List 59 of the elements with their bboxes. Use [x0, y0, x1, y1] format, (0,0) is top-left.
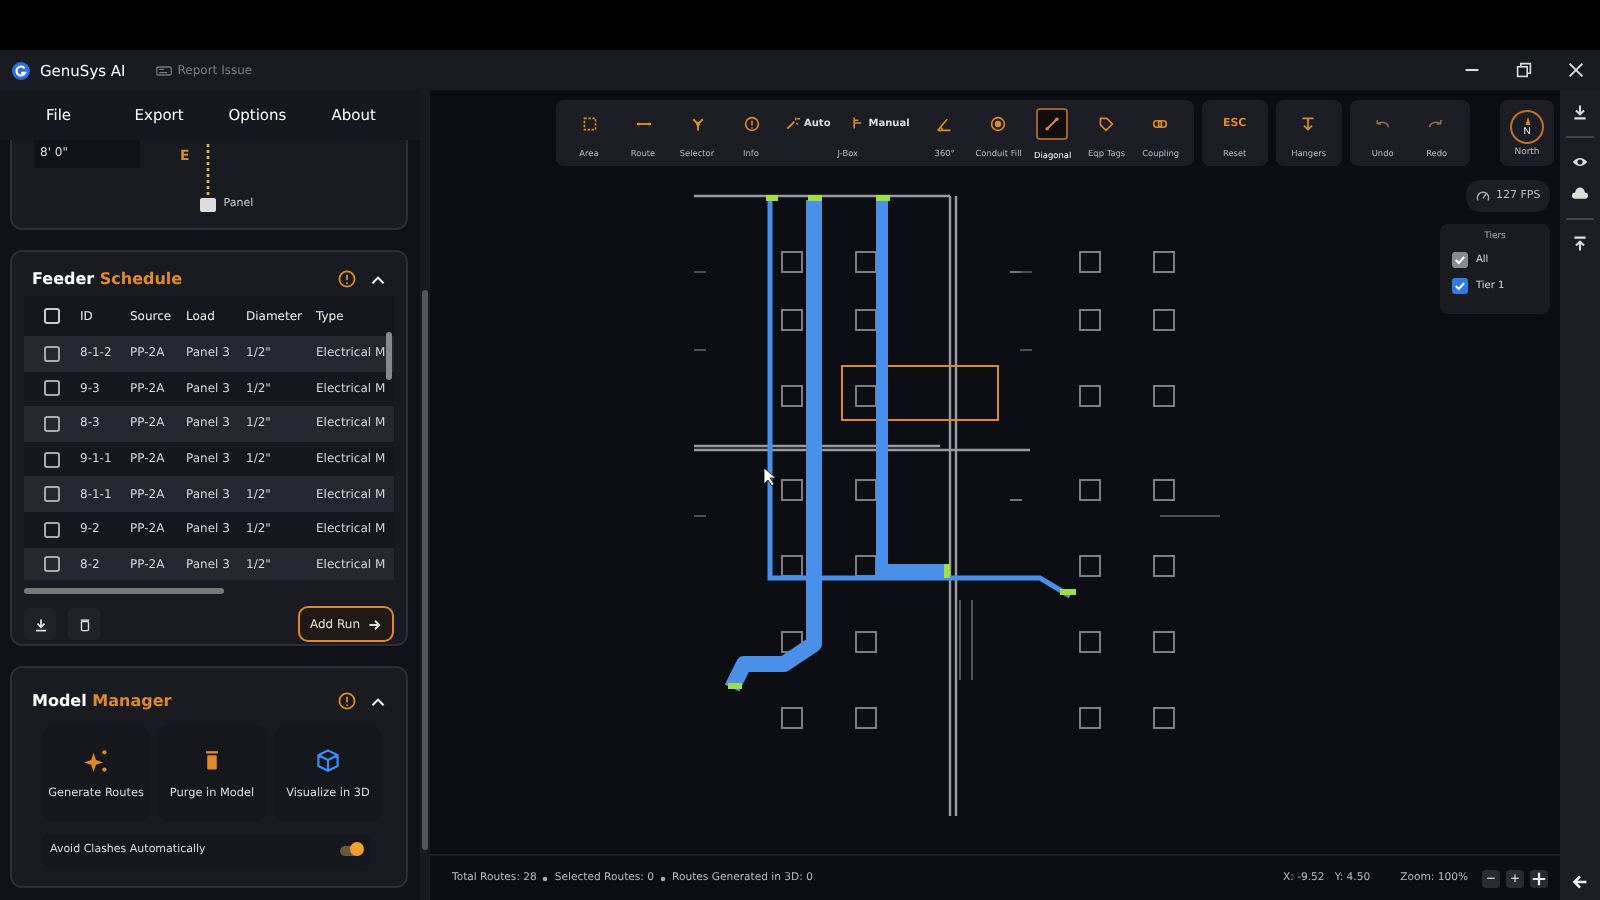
section-title: Feeder Schedule: [32, 270, 183, 288]
section-title: Model Manager: [32, 692, 172, 710]
conduit-routes[interactable]: [724, 195, 1079, 692]
back-arrow-icon[interactable]: [1572, 874, 1588, 890]
check-icon: [1454, 254, 1466, 266]
upload-icon[interactable]: [1572, 236, 1588, 252]
bullet-icon: [542, 875, 549, 881]
info-icon[interactable]: [338, 270, 356, 288]
collapse-icon[interactable]: [370, 693, 386, 709]
download-icon[interactable]: [1572, 104, 1588, 120]
download-icon: [33, 617, 47, 631]
selector-icon: [689, 115, 705, 131]
scrollbar[interactable]: [422, 290, 428, 850]
bullet-icon: [660, 875, 667, 881]
delete-button[interactable]: [68, 608, 100, 640]
collapse-icon[interactable]: [370, 271, 386, 287]
check-icon: [1454, 280, 1466, 292]
diagonal-line-icon: [1044, 115, 1061, 131]
hanger-icon: [1300, 115, 1317, 131]
eye-icon[interactable]: [1572, 154, 1588, 170]
restore-icon[interactable]: [1516, 62, 1532, 78]
sparkle-icon: [84, 748, 108, 772]
trash-icon: [200, 748, 224, 772]
redo-icon: [1428, 115, 1445, 131]
checkbox[interactable]: [1452, 252, 1468, 268]
checkbox[interactable]: [44, 486, 60, 503]
scrollbar[interactable]: [386, 332, 392, 380]
info-icon: [743, 115, 759, 131]
download-button[interactable]: [24, 608, 56, 640]
checkbox[interactable]: [1452, 278, 1468, 294]
cube-icon: [316, 748, 340, 772]
cursor-icon: [763, 467, 777, 487]
scrollbar[interactable]: [24, 588, 224, 594]
toggle-switch[interactable]: [340, 845, 362, 855]
move-icon: [1532, 871, 1546, 885]
area-select-icon: [581, 115, 597, 131]
needle-icon: [1523, 114, 1531, 128]
checkbox[interactable]: [44, 451, 60, 468]
arrow-right-icon: [368, 617, 382, 631]
checkbox[interactable]: [44, 521, 60, 538]
cloud-icon[interactable]: [1572, 186, 1588, 202]
trash-icon: [77, 617, 91, 631]
checkbox[interactable]: [44, 415, 60, 432]
checkbox[interactable]: [44, 308, 60, 324]
checkbox[interactable]: [44, 345, 60, 362]
wand-icon: [786, 116, 800, 130]
close-icon[interactable]: [1568, 62, 1584, 78]
fit-view-button[interactable]: [1530, 869, 1548, 887]
gauge-icon: [990, 115, 1007, 131]
info-icon[interactable]: [338, 692, 356, 710]
speedometer-icon: [1476, 189, 1490, 203]
tag-icon: [1098, 115, 1115, 131]
link-icon: [1152, 115, 1169, 131]
angle-icon: [936, 115, 953, 131]
undo-icon: [1374, 115, 1391, 131]
checkbox[interactable]: [44, 380, 60, 397]
riser-line-drawing: [199, 144, 216, 212]
checkbox[interactable]: [44, 556, 60, 573]
logo-icon: [12, 61, 30, 79]
